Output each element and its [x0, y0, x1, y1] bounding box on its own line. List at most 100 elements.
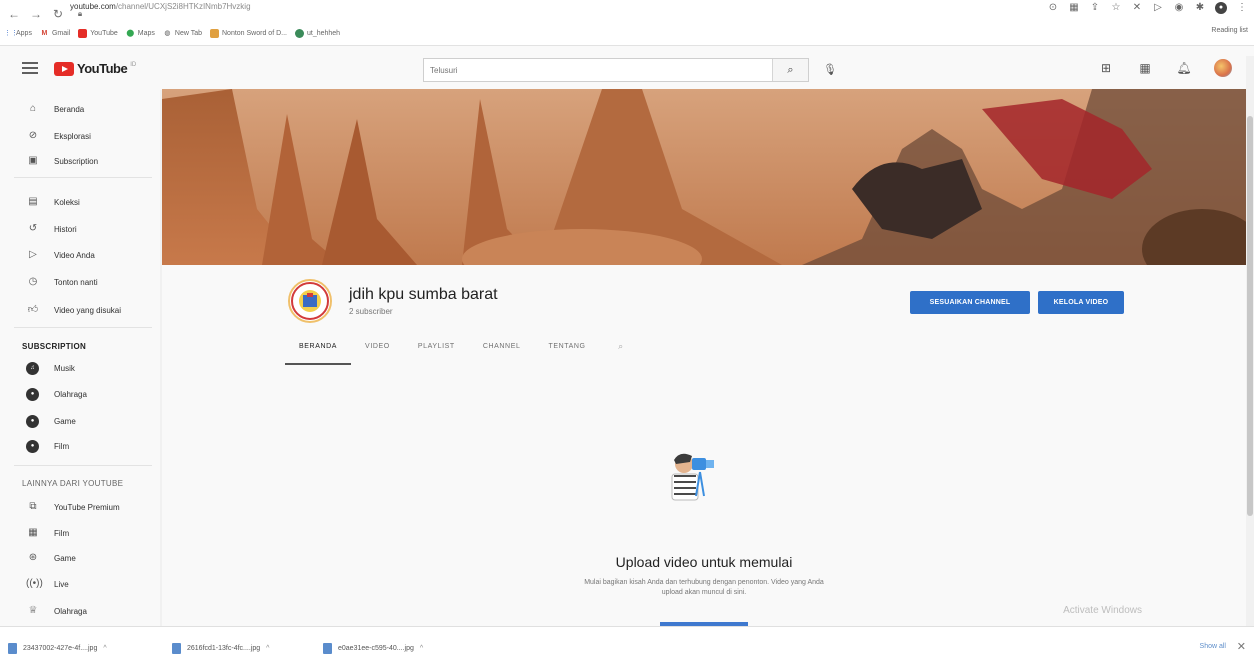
sidebar-item-label: Beranda — [54, 104, 85, 114]
sidebar-item-label: Game — [54, 416, 76, 426]
back-icon[interactable]: ← — [6, 6, 22, 22]
sidebar-item-musik[interactable]: ♫ Musik — [0, 357, 160, 379]
camera-person-icon — [671, 453, 714, 501]
customize-channel-button[interactable]: SESUAIKAN CHANNEL — [910, 291, 1030, 314]
channel-avatar[interactable] — [288, 279, 332, 323]
bookmark-maps[interactable]: ⬤ Maps — [126, 29, 155, 38]
menu-dots-icon[interactable]: ⋮ — [1236, 2, 1248, 14]
tab-channel[interactable]: CHANNEL — [469, 339, 535, 365]
sidebar-item-olahraga[interactable]: ● Olahraga — [0, 383, 160, 405]
gmail-icon: M — [41, 29, 48, 37]
sidebar-item-label: Video Anda — [54, 250, 95, 260]
sidebar-item-game[interactable]: ● Game — [0, 410, 160, 432]
hamburger-menu-icon[interactable] — [22, 62, 38, 74]
chevron-up-icon[interactable]: ^ — [103, 645, 106, 652]
empty-desc-line: Mulai bagikan kisah Anda dan terhubung d… — [584, 579, 824, 586]
bookmark-newtab[interactable]: ◍ New Tab — [163, 29, 202, 38]
search-input[interactable] — [424, 59, 772, 81]
download-filename: e0ae31ee-c595-40....jpg — [338, 644, 414, 652]
forward-icon[interactable]: → — [28, 6, 44, 22]
sidebar-item-tonton-nanti[interactable]: ◷ Tonton nanti — [0, 271, 160, 293]
search-box: ⌕ — [423, 58, 809, 82]
sidebar-item-film-2[interactable]: ▦ Film — [0, 522, 160, 544]
youtube-logo[interactable]: YouTube ID — [54, 61, 136, 76]
sidebar-item-video-disukai[interactable]: 👍︎ Video yang disukai — [0, 299, 160, 321]
sidebar-item-histori[interactable]: ↺ Histori — [0, 218, 160, 240]
sidebar-item-game-2[interactable]: ⊛ Game — [0, 547, 160, 569]
show-all-downloads[interactable]: Show all — [1200, 643, 1226, 650]
download-item[interactable]: 2616fcd1-13fc-4fc....jpg ^ — [172, 642, 269, 654]
sidebar-item-label: Film — [54, 528, 70, 538]
sidebar-item-live[interactable]: ((•)) Live — [0, 573, 160, 595]
x-extension-icon[interactable]: ✕ — [1131, 2, 1143, 14]
sidebar-item-koleksi[interactable]: ▤ Koleksi — [0, 191, 160, 213]
puzzle-icon[interactable]: ✱ — [1194, 2, 1206, 14]
sidebar-item-label: Live — [54, 579, 69, 589]
sidebar-item-eksplorasi[interactable]: ⊘ Eksplorasi — [0, 125, 160, 147]
tab-tentang[interactable]: TENTANG — [534, 339, 599, 365]
address-bar[interactable]: youtube.com/channel/UCXjS2i8HTKzINmb7Hvz… — [70, 2, 251, 11]
chevron-up-icon[interactable]: ^ — [266, 645, 269, 652]
tab-video[interactable]: VIDEO — [351, 339, 404, 365]
bookmark-ut[interactable]: ut_hehheh — [294, 28, 340, 38]
channel-name: jdih kpu sumba barat — [349, 286, 498, 303]
sidebar-item-video-anda[interactable]: ▷ Video Anda — [0, 244, 160, 266]
music-channel-icon: ♫ — [26, 361, 39, 375]
reload-icon[interactable]: ↻ — [50, 6, 66, 22]
share-icon[interactable]: ⇪ — [1089, 2, 1101, 14]
bookmark-youtube[interactable]: YouTube — [78, 28, 118, 38]
account-avatar[interactable] — [1214, 59, 1232, 77]
scrollbar-thumb[interactable] — [1247, 116, 1253, 516]
manage-videos-button[interactable]: KELOLA VIDEO — [1038, 291, 1124, 314]
youtube-header: YouTube ID ⌕ 🎙︎ ⊞ ▦ 🔔︎ — [0, 46, 1254, 90]
star-icon[interactable]: ☆ — [1110, 2, 1122, 14]
play-extension-icon[interactable]: ▷ — [1152, 2, 1164, 14]
sidebar-item-subscription[interactable]: ▣ Subscription — [0, 150, 160, 172]
apps-icon[interactable]: ▦ — [1136, 59, 1154, 77]
sidebar-item-label: Game — [54, 553, 76, 563]
thumbs-up-icon: 👍︎ — [27, 304, 39, 315]
sidebar-item-olahraga-2[interactable]: ♕ Olahraga — [0, 600, 160, 622]
bookmark-label: Maps — [137, 29, 155, 37]
youtube-play-icon — [54, 61, 74, 76]
library-icon: ▤ — [28, 196, 38, 207]
sidebar-item-label: Koleksi — [54, 197, 80, 207]
microphone-icon[interactable]: 🎙︎ — [822, 60, 838, 80]
upload-illustration — [660, 446, 722, 508]
search-icon[interactable]: ⌕ — [772, 59, 808, 81]
create-video-icon[interactable]: ⊞ — [1097, 59, 1115, 77]
premium-icon: ⧉ — [29, 501, 37, 512]
tab-playlist[interactable]: PLAYLIST — [404, 339, 469, 365]
notifications-bell-icon[interactable]: 🔔︎ — [1175, 59, 1193, 77]
your-videos-icon: ▷ — [29, 249, 37, 260]
tab-beranda[interactable]: BERANDA — [285, 339, 352, 365]
translate-icon[interactable]: ▦ — [1068, 2, 1080, 14]
sidebar-item-label: Olahraga — [54, 389, 87, 399]
profile-icon[interactable]: ● — [1215, 2, 1227, 14]
subscriber-count: 2 subscriber — [349, 307, 393, 316]
cast-icon[interactable]: ⊙ — [1047, 2, 1059, 14]
channel-search-icon[interactable]: ⌕ — [610, 339, 632, 355]
bookmark-gmail[interactable]: M Gmail — [40, 29, 71, 38]
eye-extension-icon[interactable]: ◉ — [1173, 2, 1185, 14]
sidebar-divider — [14, 465, 152, 466]
close-icon[interactable]: ✕ — [1237, 640, 1246, 653]
download-item[interactable]: e0ae31ee-c595-40....jpg ^ — [323, 642, 423, 654]
reading-list[interactable]: Reading list — [1211, 27, 1248, 34]
download-bar: 23437002-427e-4f....jpg ^ 2616fcd1-13fc-… — [0, 626, 1254, 664]
sidebar-item-label: Subscription — [54, 156, 99, 166]
image-file-icon — [172, 642, 181, 654]
page-scrollbar[interactable] — [1246, 56, 1254, 626]
bookmark-apps[interactable]: ⋮⋮ Apps — [4, 29, 32, 38]
chevron-up-icon[interactable]: ^ — [420, 645, 423, 652]
gaming-channel-icon: ● — [26, 414, 39, 428]
clock-icon: ◷ — [28, 276, 38, 287]
maps-pin-icon: ⬤ — [126, 29, 135, 37]
sidebar-item-youtube-premium[interactable]: ⧉ YouTube Premium — [0, 496, 160, 518]
sidebar-item-beranda[interactable]: ⌂ Beranda — [0, 98, 160, 120]
download-item[interactable]: 23437002-427e-4f....jpg ^ — [8, 642, 107, 654]
bookmark-nonton[interactable]: Nonton Sword of D... — [210, 28, 287, 38]
sidebar-item-label: Musik — [54, 363, 75, 373]
sidebar-item-film[interactable]: ● Film — [0, 435, 160, 457]
empty-state-title: Upload video untuk memulai — [615, 554, 793, 570]
